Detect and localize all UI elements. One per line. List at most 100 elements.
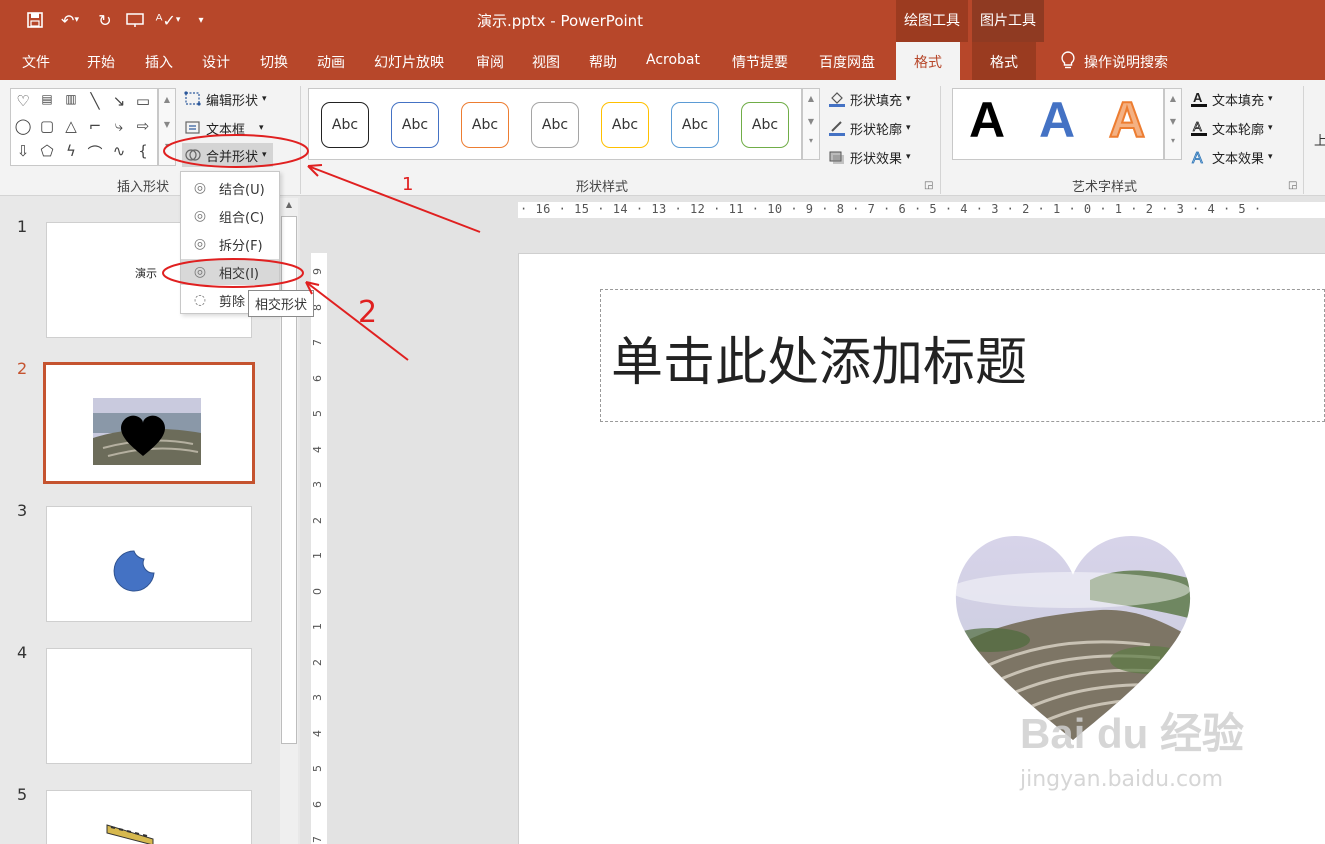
- tab-design[interactable]: 设计: [202, 52, 230, 72]
- menu-item-combine[interactable]: ◎ 组合(C): [181, 203, 279, 229]
- search-label: 操作说明搜索: [1084, 55, 1168, 71]
- ruler-tick-label: 4: [311, 729, 324, 737]
- ruler-tick-label: 9: [311, 268, 324, 275]
- rectangle-shape-icon[interactable]: ▭: [133, 92, 153, 110]
- tab-transitions[interactable]: 切换: [260, 52, 288, 72]
- elbow-arrow-shape-icon[interactable]: ⤷: [109, 117, 129, 135]
- overflow-label[interactable]: 上: [1314, 130, 1325, 149]
- shape-style-scroll[interactable]: ▲ ▼ ▾: [802, 88, 820, 160]
- menu-item-intersect[interactable]: ◎ 相交(I): [181, 259, 279, 285]
- menu-item-fragment[interactable]: ◎ 拆分(F): [181, 231, 279, 257]
- callout-shape-icon[interactable]: ⬠: [37, 142, 57, 160]
- triangle-shape-icon[interactable]: △: [61, 117, 81, 135]
- slide-thumbnail-5[interactable]: [46, 790, 252, 844]
- text-outline-button[interactable]: A 文本轮廓 ▾: [1190, 116, 1273, 140]
- dialog-launcher-icon[interactable]: ◲: [924, 180, 933, 191]
- more-icon[interactable]: ▾: [803, 136, 819, 145]
- shape-effects-button[interactable]: 形状效果 ▾: [828, 145, 911, 169]
- slide-thumbnail-2[interactable]: [43, 362, 255, 484]
- title-placeholder-text: 单击此处添加标题: [611, 333, 1028, 393]
- tell-me-search[interactable]: 操作说明搜索: [1060, 50, 1168, 74]
- scroll-down-icon[interactable]: ▼: [1165, 117, 1181, 126]
- merge-shapes-button[interactable]: 合并形状 ▾: [182, 143, 273, 167]
- spellcheck-icon[interactable]: ᴬ✓ ▾: [152, 8, 184, 32]
- dialog-launcher-icon[interactable]: ◲: [1288, 180, 1297, 191]
- horizontal-ruler[interactable]: · 16 · 15 · 14 · 13 · 12 · 11 · 10 · 9 ·…: [518, 202, 1325, 218]
- curve-shape-icon[interactable]: ∿: [109, 142, 129, 160]
- line-shape-icon[interactable]: ╲: [85, 92, 105, 110]
- chevron-down-icon: ▾: [262, 94, 267, 104]
- shape-style-preview[interactable]: Abc: [741, 102, 789, 148]
- tab-review[interactable]: 审阅: [476, 52, 504, 72]
- save-icon[interactable]: [22, 8, 48, 32]
- union-icon: ◎: [193, 180, 207, 196]
- tab-view[interactable]: 视图: [532, 52, 560, 72]
- tab-animations[interactable]: 动画: [317, 52, 345, 72]
- shape-effects-icon: [828, 148, 846, 166]
- wordart-preview-orange[interactable]: A: [1108, 91, 1146, 149]
- scroll-up-icon[interactable]: ▲: [280, 200, 298, 209]
- tab-format-drawing[interactable]: 格式: [896, 42, 960, 80]
- shape-style-preview[interactable]: Abc: [671, 102, 719, 148]
- wordart-scroll[interactable]: ▲ ▼ ▾: [1164, 88, 1182, 160]
- tab-file[interactable]: 文件: [22, 52, 50, 72]
- freeform-shape-icon[interactable]: ϟ: [61, 142, 81, 160]
- elbow-connector-shape-icon[interactable]: ⌐: [85, 117, 105, 135]
- tab-format-picture[interactable]: 格式: [972, 42, 1036, 80]
- vertical-textbox-shape-icon[interactable]: ▥: [61, 92, 81, 106]
- rounded-rectangle-shape-icon[interactable]: ▢: [37, 117, 57, 135]
- oval-shape-icon[interactable]: ◯: [13, 117, 33, 135]
- heart-shape-icon[interactable]: ♡: [13, 92, 33, 110]
- text-fill-button[interactable]: A 文本填充 ▾: [1190, 87, 1273, 111]
- more-icon[interactable]: ▾: [1165, 136, 1181, 145]
- slideshow-icon[interactable]: [122, 8, 148, 32]
- shape-style-preview[interactable]: Abc: [391, 102, 439, 148]
- shape-style-gallery[interactable]: Abc Abc Abc Abc Abc Abc Abc: [308, 88, 802, 160]
- merge-shapes-icon: [184, 146, 202, 164]
- slide-thumbnail-3[interactable]: [46, 506, 252, 622]
- shape-style-preview[interactable]: Abc: [461, 102, 509, 148]
- shape-gallery[interactable]: ♡ ▤ ▥ ╲ ↘ ▭ ◯ ▢ △ ⌐ ⤷ ⇨ ⇩ ⬠ ϟ ⌒ ∿ {: [10, 88, 158, 166]
- wordart-preview-blue[interactable]: A: [1039, 91, 1075, 149]
- wordart-style-gallery[interactable]: A A A: [952, 88, 1164, 160]
- arc-shape-icon[interactable]: ⌒: [85, 142, 105, 163]
- shape-style-preview[interactable]: Abc: [601, 102, 649, 148]
- slide-thumbnail-4[interactable]: [46, 648, 252, 764]
- svg-text:A: A: [1192, 150, 1203, 166]
- shape-outline-button[interactable]: 形状轮廓 ▾: [828, 116, 911, 140]
- tab-storyboard[interactable]: 情节提要: [732, 52, 788, 72]
- undo-icon[interactable]: ↶ ▾: [52, 8, 88, 32]
- tab-home[interactable]: 开始: [87, 52, 115, 72]
- wordart-preview-black[interactable]: A: [969, 91, 1005, 149]
- vertical-ruler[interactable]: 98765432101234567: [311, 253, 327, 844]
- redo-icon[interactable]: ↻: [92, 8, 118, 32]
- down-arrow-shape-icon[interactable]: ⇩: [13, 142, 33, 160]
- shape-gallery-scroll[interactable]: ▲ ▼ ▾: [158, 88, 176, 166]
- brace-shape-icon[interactable]: {: [133, 142, 153, 160]
- text-effects-button[interactable]: A 文本效果 ▾: [1190, 145, 1273, 169]
- right-arrow-shape-icon[interactable]: ⇨: [133, 117, 153, 135]
- arrow-line-shape-icon[interactable]: ↘: [109, 92, 129, 110]
- scroll-down-icon[interactable]: ▼: [159, 120, 175, 129]
- edit-shape-button[interactable]: 编辑形状 ▾: [184, 87, 267, 111]
- text-box-button[interactable]: 文本框 ▾: [184, 116, 264, 140]
- customize-icon[interactable]: ▾: [188, 8, 214, 32]
- tab-baidu-netdisk[interactable]: 百度网盘: [819, 52, 875, 72]
- tab-help[interactable]: 帮助: [589, 52, 617, 72]
- textbox-shape-icon[interactable]: ▤: [37, 92, 57, 106]
- scroll-down-icon[interactable]: ▼: [803, 117, 819, 126]
- menu-item-union[interactable]: ◎ 结合(U): [181, 175, 279, 201]
- shape-fill-button[interactable]: 形状填充 ▾: [828, 87, 911, 111]
- shape-style-preview[interactable]: Abc: [321, 102, 369, 148]
- shape-style-preview[interactable]: Abc: [531, 102, 579, 148]
- scroll-up-icon[interactable]: ▲: [1165, 94, 1181, 103]
- scroll-up-icon[interactable]: ▲: [803, 94, 819, 103]
- ruler-tick-label: 2: [311, 516, 324, 524]
- title-placeholder[interactable]: 单击此处添加标题: [600, 289, 1325, 422]
- tab-insert[interactable]: 插入: [145, 52, 173, 72]
- intersect-tooltip: 相交形状: [248, 290, 315, 317]
- tab-acrobat[interactable]: Acrobat: [646, 52, 700, 68]
- scroll-up-icon[interactable]: ▲: [159, 95, 175, 104]
- more-icon[interactable]: ▾: [159, 141, 175, 150]
- tab-slideshow[interactable]: 幻灯片放映: [374, 52, 444, 72]
